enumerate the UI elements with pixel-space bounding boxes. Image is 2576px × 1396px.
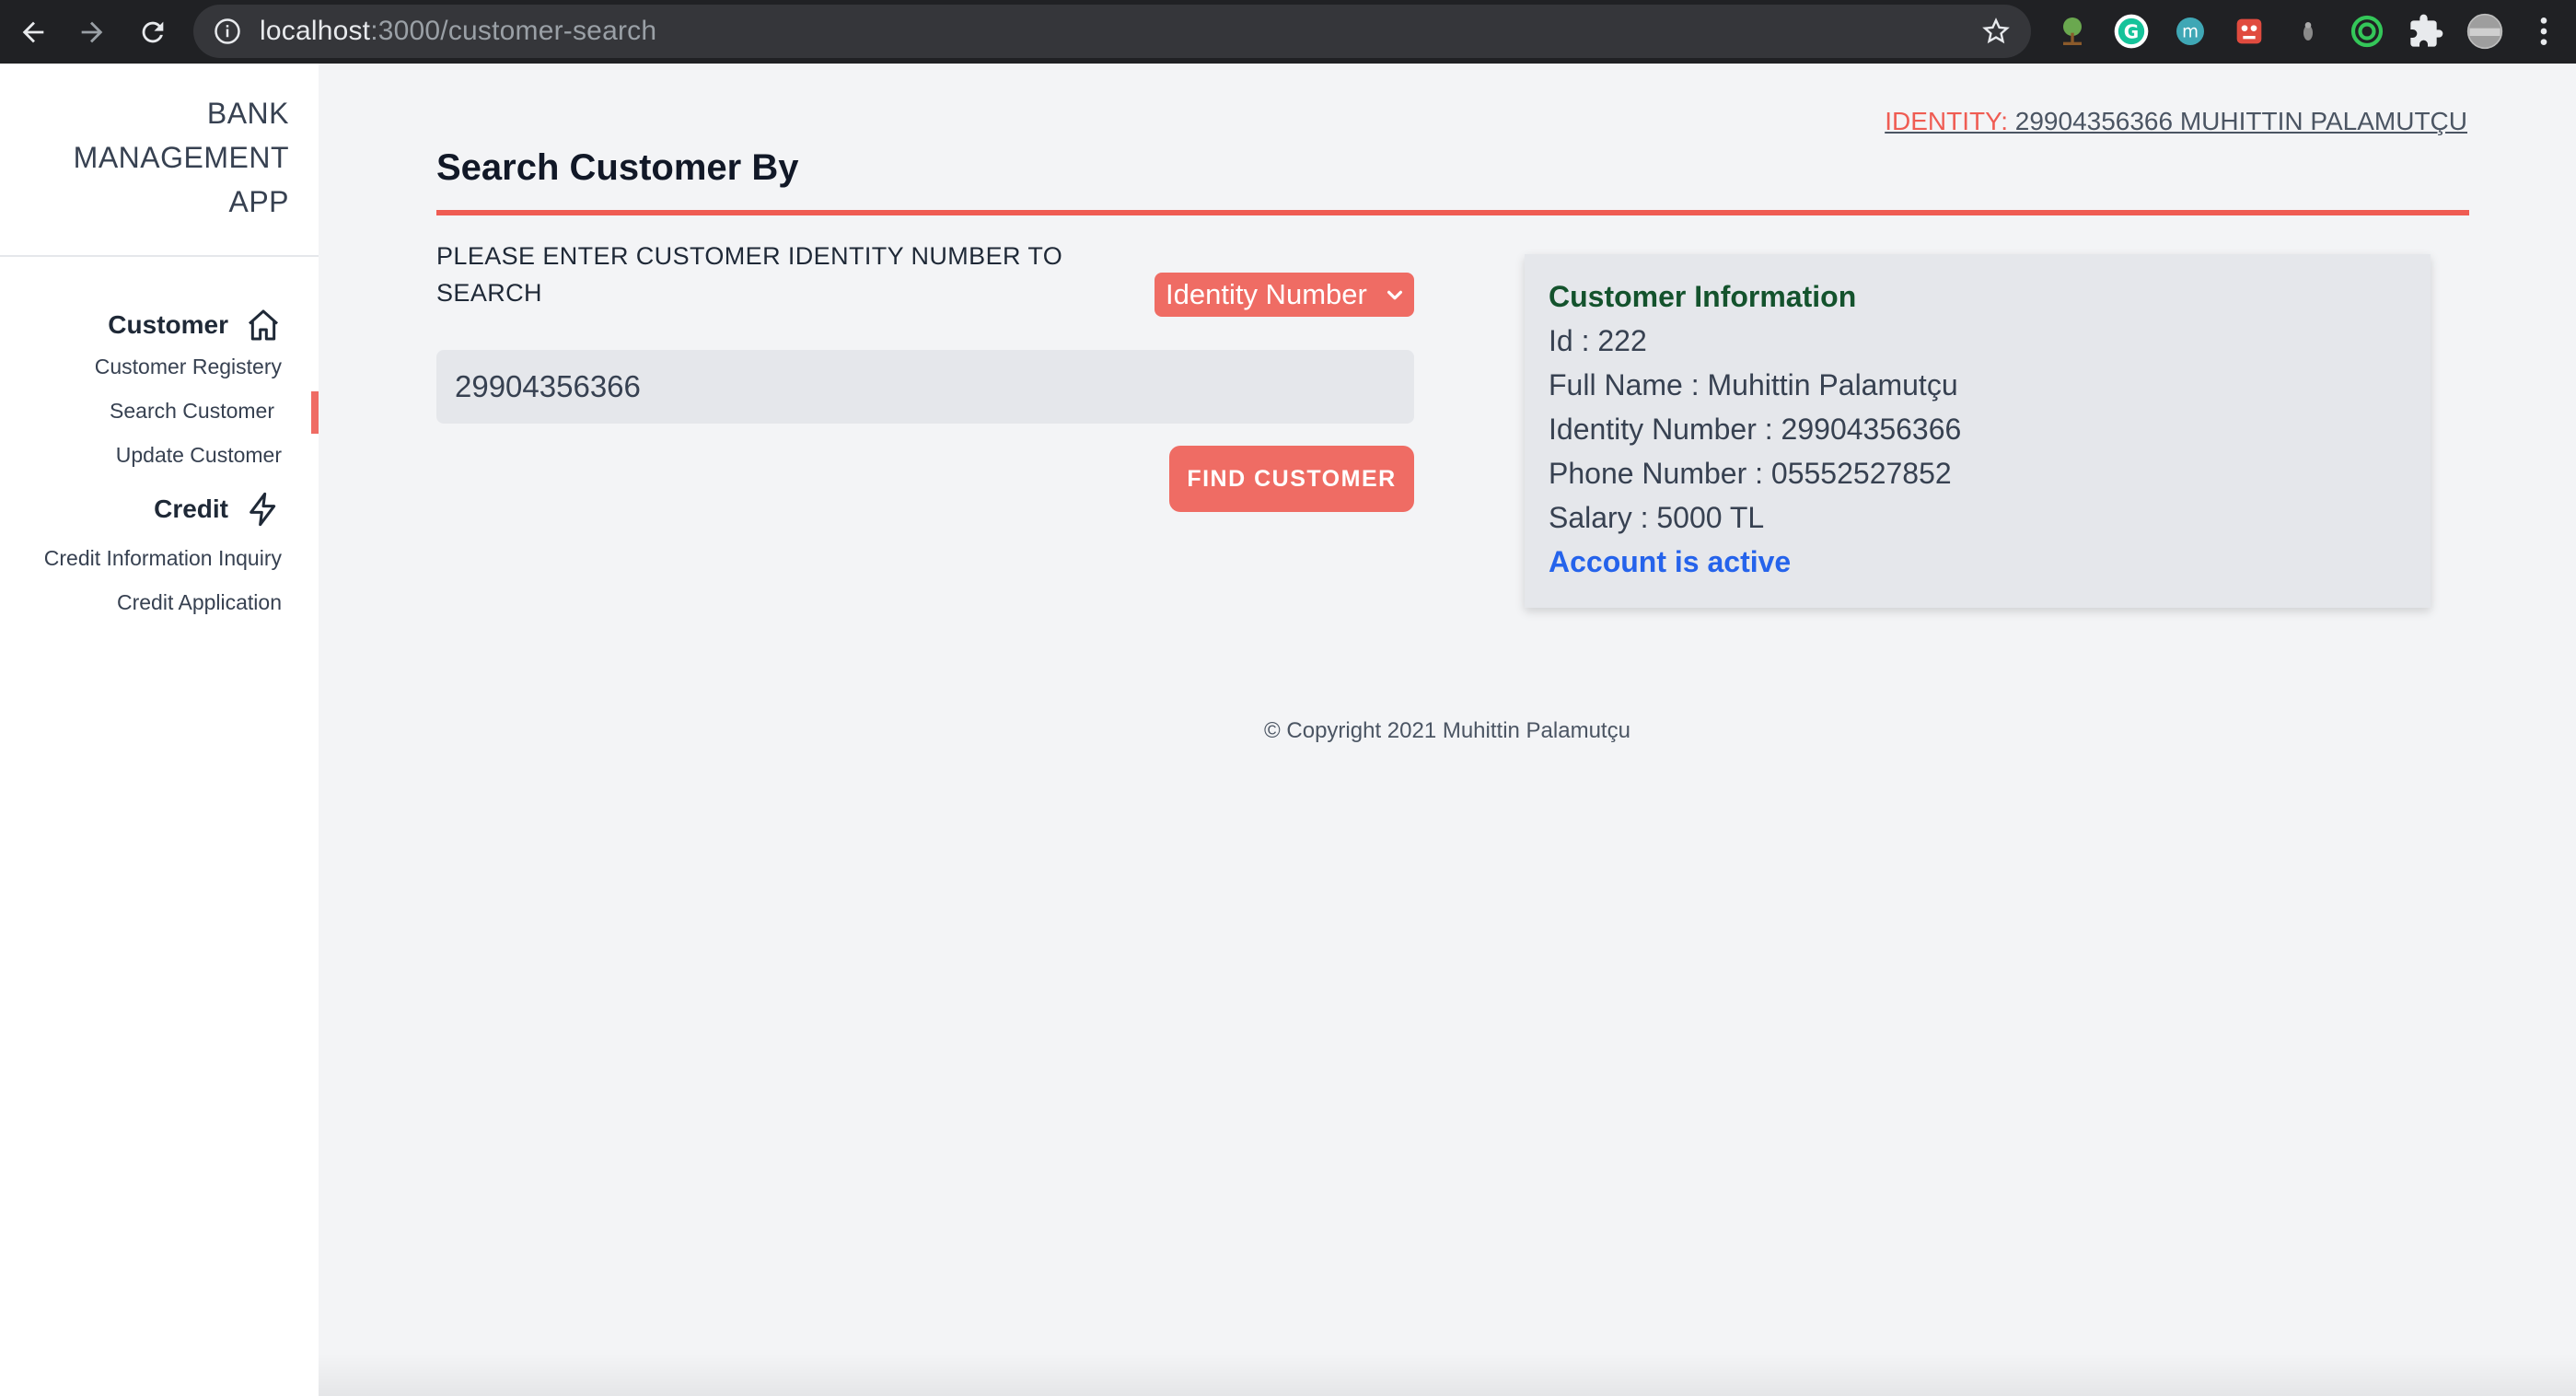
sidebar-item-search-customer[interactable]: Search Customer — [110, 399, 274, 424]
extension-grammarly-icon[interactable]: G — [2110, 10, 2152, 52]
divider — [0, 255, 319, 257]
search-prompt: PLEASE ENTER CUSTOMER IDENTITY NUMBER TO… — [436, 242, 1063, 307]
sidebar-item-update-customer[interactable]: Update Customer — [116, 443, 282, 468]
title-divider — [436, 210, 2469, 215]
sidebar-section-label: Credit — [154, 494, 228, 523]
card-title: Customer Information — [1549, 280, 1857, 313]
brand-line: APP — [228, 185, 289, 218]
search-type-value: Identity Number — [1166, 278, 1367, 310]
app-brand[interactable]: BANK MANAGEMENT APP — [74, 91, 289, 224]
address-bar[interactable]: localhost:3000/customer-search — [193, 5, 2031, 58]
bookmark-star-icon[interactable] — [1981, 17, 2011, 46]
svg-text:m: m — [2182, 23, 2199, 42]
identity-link[interactable]: IDENTITY: 29904356366 MUHITTIN PALAMUTÇU — [1885, 107, 2467, 136]
sidebar-section-credit[interactable]: Credit — [154, 491, 282, 528]
lightning-icon — [249, 492, 276, 527]
sidebar-item-credit-information-inquiry[interactable]: Credit Information Inquiry — [44, 546, 282, 571]
extensions-puzzle-icon[interactable] — [2405, 10, 2447, 52]
extension-gray-icon[interactable] — [2287, 10, 2329, 52]
forward-button[interactable] — [63, 0, 122, 64]
account-status: Account is active — [1549, 545, 1792, 578]
back-button[interactable] — [4, 0, 63, 64]
identity-label: IDENTITY: — [1885, 107, 2008, 135]
page-title: Search Customer By — [436, 147, 799, 188]
customer-info-card: Customer Information Id : 222 Full Name … — [1525, 254, 2431, 608]
active-indicator — [311, 391, 319, 434]
copyright: © Copyright 2021 Muhittin Palamutçu — [1264, 718, 1630, 743]
sidebar-section-customer[interactable]: Customer — [108, 307, 282, 343]
extension-target-icon[interactable] — [2346, 10, 2388, 52]
sidebar-item-customer-registery[interactable]: Customer Registery — [95, 355, 282, 379]
customer-salary: Salary : 5000 TL — [1549, 501, 1765, 534]
search-input[interactable] — [436, 350, 1414, 424]
extension-tree-icon[interactable] — [2051, 10, 2094, 52]
customer-full-name: Full Name : Muhittin Palamutçu — [1549, 368, 1958, 401]
info-icon — [215, 18, 240, 44]
customer-id: Id : 222 — [1549, 324, 1647, 357]
svg-text:G: G — [2124, 21, 2139, 43]
extension-m-icon[interactable]: m — [2169, 10, 2211, 52]
customer-phone-number: Phone Number : 05552527852 — [1549, 457, 1952, 490]
profile-avatar-icon[interactable] — [2464, 10, 2506, 52]
identity-value: 29904356366 MUHITTIN PALAMUTÇU — [2008, 107, 2467, 135]
home-icon — [249, 309, 278, 341]
chevron-down-icon — [1387, 290, 1403, 300]
sidebar-section-label: Customer — [108, 310, 228, 339]
arrow-right-icon — [81, 21, 103, 42]
search-type-select[interactable]: Identity Number — [1155, 273, 1414, 317]
bottom-shadow — [319, 1354, 2576, 1396]
sidebar-item-credit-application[interactable]: Credit Application — [117, 590, 282, 615]
extension-red-icon[interactable] — [2228, 10, 2270, 52]
customer-identity-number: Identity Number : 29904356366 — [1549, 413, 1962, 446]
brand-line: MANAGEMENT — [73, 141, 289, 174]
arrow-left-icon — [22, 21, 44, 42]
browser-toolbar: localhost:3000/customer-search G m — [0, 0, 2576, 64]
reload-icon — [142, 21, 164, 42]
brand-line: BANK — [206, 97, 289, 130]
browser-menu-icon[interactable] — [2523, 10, 2565, 52]
find-customer-button[interactable]: FIND CUSTOMER — [1169, 446, 1414, 512]
url-host: localhost — [260, 16, 371, 46]
reload-button[interactable] — [123, 0, 182, 64]
url-path: :3000/customer-search — [370, 16, 657, 46]
url-text: localhost:3000/customer-search — [260, 16, 656, 47]
